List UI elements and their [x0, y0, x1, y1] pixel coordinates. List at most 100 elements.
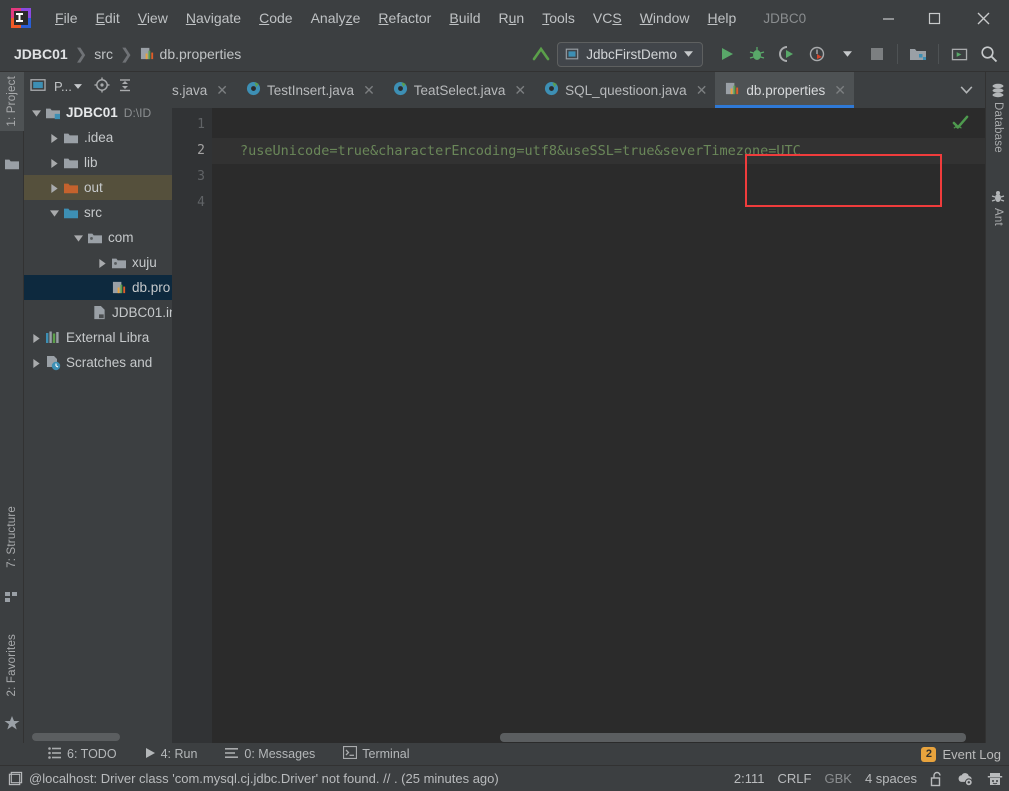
- update-project-icon[interactable]: [527, 40, 555, 68]
- code-line-4[interactable]: [212, 190, 985, 216]
- sidebar-tab-favorites[interactable]: 2: Favorites: [0, 630, 24, 700]
- tree-node-db-properties[interactable]: db.pro: [24, 275, 172, 300]
- inspection-settings-icon[interactable]: [957, 771, 974, 787]
- project-panel-horizontal-scrollbar[interactable]: [24, 732, 172, 741]
- sidebar-tab-ant[interactable]: Ant: [986, 204, 1009, 230]
- run-icon[interactable]: [713, 40, 741, 68]
- tree-node-src[interactable]: src: [24, 200, 172, 225]
- close-button[interactable]: [957, 0, 1009, 36]
- menu-run[interactable]: Run: [490, 6, 534, 30]
- close-icon[interactable]: ✕: [514, 82, 526, 99]
- debug-icon[interactable]: [743, 40, 771, 68]
- code-editor[interactable]: 1 2 3 4 ?useUnicode=true&characterEncodi…: [172, 108, 985, 743]
- menu-edit[interactable]: Edit: [87, 6, 129, 30]
- twisty-expanded-icon[interactable]: [28, 105, 44, 120]
- menu-help[interactable]: Help: [699, 6, 746, 30]
- profiler-icon[interactable]: [803, 40, 831, 68]
- tree-node-out[interactable]: out: [24, 175, 172, 200]
- editor-tab-sql-questioon-java[interactable]: SQL_questioon.java ✕: [534, 72, 715, 108]
- tree-node-scratches[interactable]: Scratches and: [24, 350, 172, 375]
- tree-node-lib[interactable]: lib: [24, 150, 172, 175]
- twisty-collapsed-icon[interactable]: [46, 180, 62, 195]
- caret-position[interactable]: 2:111: [734, 771, 765, 786]
- scrollbar-thumb[interactable]: [500, 733, 966, 742]
- sidebar-tab-database[interactable]: Database: [986, 98, 1009, 157]
- code-line-1[interactable]: [212, 112, 985, 138]
- editor-tab-teatselect-java[interactable]: TeatSelect.java ✕: [383, 72, 534, 108]
- code-text[interactable]: ?useUnicode=true&characterEncoding=utf8&…: [212, 108, 985, 743]
- tree-node-external-libraries[interactable]: External Libra: [24, 325, 172, 350]
- toggle-toolbar-icon[interactable]: [8, 771, 23, 786]
- editor-tab-testinsert-java[interactable]: TestInsert.java ✕: [236, 72, 383, 108]
- close-icon[interactable]: ✕: [363, 82, 375, 99]
- project-panel-title[interactable]: P...: [54, 79, 82, 94]
- minimize-button[interactable]: [865, 0, 911, 36]
- run-config-icon: [565, 48, 579, 60]
- breadcrumb-file[interactable]: db.properties: [160, 46, 242, 62]
- close-icon[interactable]: ✕: [216, 82, 228, 99]
- code-line-3[interactable]: [212, 164, 985, 190]
- run-coverage-icon[interactable]: [773, 40, 801, 68]
- hector-icon[interactable]: [987, 771, 1003, 787]
- sidebar-tab-structure[interactable]: 7: Structure: [0, 502, 24, 572]
- menu-file-label: F: [55, 10, 64, 26]
- tree-node-xuju[interactable]: xuju: [24, 250, 172, 275]
- indent-setting[interactable]: 4 spaces: [865, 771, 917, 786]
- menu-tools[interactable]: Tools: [533, 6, 584, 30]
- messages-icon: [225, 747, 239, 762]
- search-everywhere-icon[interactable]: [975, 40, 1003, 68]
- twisty-collapsed-icon[interactable]: [94, 255, 110, 270]
- maximize-button[interactable]: [911, 0, 957, 36]
- chevron-down-icon: [73, 83, 82, 89]
- code-line-2[interactable]: ?useUnicode=true&characterEncoding=utf8&…: [212, 138, 985, 164]
- tree-node-com[interactable]: com: [24, 225, 172, 250]
- bottom-tab-messages[interactable]: 0: Messages: [211, 747, 329, 762]
- editor-tab-overflow-button[interactable]: [947, 72, 985, 108]
- twisty-expanded-icon[interactable]: [70, 230, 86, 245]
- breadcrumb-project[interactable]: JDBC01: [14, 46, 68, 62]
- run-configuration-selector[interactable]: JdbcFirstDemo: [557, 41, 703, 67]
- file-encoding[interactable]: GBK: [824, 771, 851, 786]
- collapse-all-icon[interactable]: [118, 77, 132, 96]
- menu-code[interactable]: Code: [250, 6, 301, 30]
- bottom-tab-run[interactable]: 4: Run: [131, 747, 212, 762]
- tree-node-idea[interactable]: .idea: [24, 125, 172, 150]
- editor-tab-label: s.java: [172, 82, 208, 98]
- menu-refactor[interactable]: Refactor: [369, 6, 440, 30]
- bottom-tab-todo[interactable]: 6: TODO: [34, 746, 131, 762]
- close-icon[interactable]: ✕: [834, 82, 846, 99]
- breadcrumb-src[interactable]: src: [94, 46, 113, 62]
- event-log-button[interactable]: 2 Event Log: [921, 746, 1001, 762]
- scrollbar-thumb[interactable]: [32, 733, 120, 741]
- unlock-icon[interactable]: [930, 771, 944, 787]
- project-structure-icon[interactable]: [904, 40, 932, 68]
- editor-tab-s-java[interactable]: s.java ✕: [172, 72, 236, 108]
- status-message[interactable]: @localhost: Driver class 'com.mysql.cj.j…: [29, 771, 499, 786]
- tree-label-jdbc01: JDBC01: [66, 105, 118, 120]
- stop-icon[interactable]: [863, 40, 891, 68]
- twisty-collapsed-icon[interactable]: [46, 130, 62, 145]
- profiler-dropdown-icon[interactable]: [833, 40, 861, 68]
- menu-window[interactable]: Window: [631, 6, 699, 30]
- menu-vcs[interactable]: VCS: [584, 6, 631, 30]
- twisty-collapsed-icon[interactable]: [28, 330, 44, 345]
- no-errors-checkmark-icon[interactable]: [952, 114, 969, 134]
- editor-tab-db-properties[interactable]: db.properties ✕: [715, 72, 854, 108]
- editor-horizontal-scrollbar[interactable]: [172, 732, 985, 743]
- twisty-expanded-icon[interactable]: [46, 205, 62, 220]
- menu-analyze[interactable]: Analyze: [302, 6, 370, 30]
- menu-view[interactable]: View: [129, 6, 177, 30]
- bottom-tab-terminal[interactable]: Terminal: [329, 745, 423, 762]
- close-icon[interactable]: ✕: [696, 82, 708, 99]
- scroll-from-source-icon[interactable]: [94, 77, 110, 96]
- select-opened-file-icon[interactable]: [945, 40, 973, 68]
- tree-node-jdbc01-iml[interactable]: JDBC01.im: [24, 300, 172, 325]
- twisty-collapsed-icon[interactable]: [46, 155, 62, 170]
- menu-file[interactable]: File: [46, 6, 87, 30]
- twisty-collapsed-icon[interactable]: [28, 355, 44, 370]
- menu-build[interactable]: Build: [440, 6, 489, 30]
- line-separator[interactable]: CRLF: [778, 771, 812, 786]
- sidebar-tab-project[interactable]: 1: Project: [0, 72, 24, 131]
- menu-navigate[interactable]: Navigate: [177, 6, 250, 30]
- tree-node-jdbc01[interactable]: JDBC01 D:\ID: [24, 100, 172, 125]
